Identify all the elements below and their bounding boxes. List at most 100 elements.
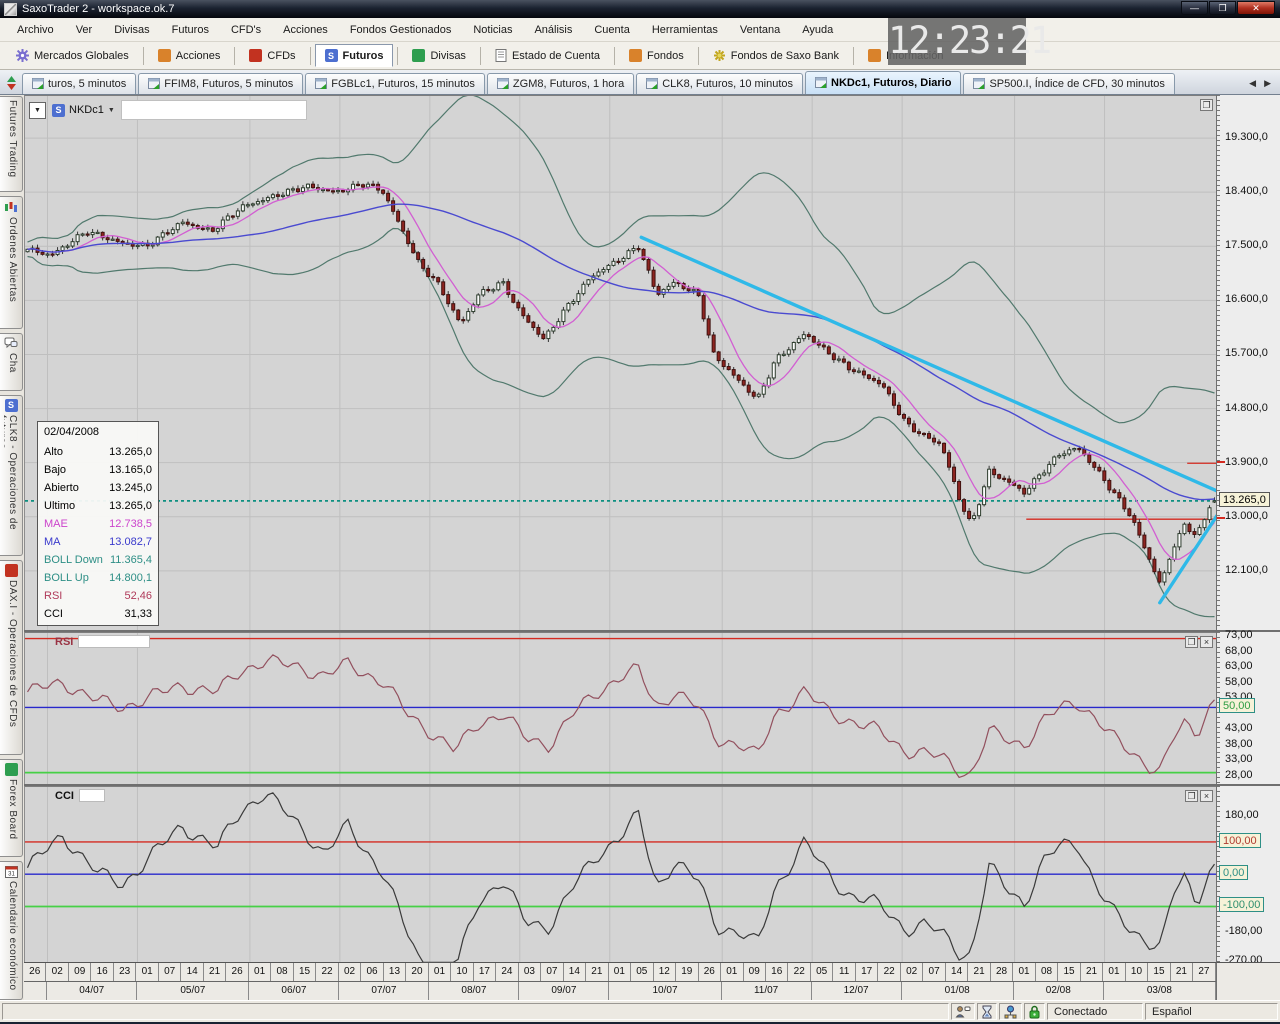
minimize-button[interactable]: — [1181,1,1208,15]
tab-scroll-buttons: ◀▶ [1246,76,1274,91]
menu-item-acciones[interactable]: Acciones [272,20,339,40]
lock-icon[interactable] [1024,1003,1045,1020]
cci-pane[interactable]: CCI ❐ × [24,786,1216,962]
toolbar-separator [310,47,311,65]
network-icon[interactable] [999,1003,1022,1020]
day-tick: 01 [721,963,743,981]
doc-icon [249,49,262,62]
tab-clk8-futuros-10-minutos[interactable]: CLK8, Futuros, 10 minutos [636,73,803,94]
cci-close-button[interactable]: × [1200,790,1213,802]
sidebar-item-dax-i-operaciones-de-cfds[interactable]: DAX.I - Operaciones de CFDs [0,560,23,755]
candlestick-chart[interactable] [25,96,1217,631]
sidebar-item-clk8-operaciones-de-futuros[interactable]: SCLK8 - Operaciones de futuros [0,395,23,556]
rsi-plot[interactable] [25,633,1217,785]
day-tick: 26 [24,963,46,981]
toolbar-separator [853,47,854,65]
cci-plot[interactable] [25,787,1217,963]
symbol-label: NKDc1 [69,104,104,116]
sort-arrows-icon[interactable] [0,72,22,94]
symbol-selector[interactable]: S NKDc1 ▼ [52,104,115,117]
cci-level-marker: -100,00 [1219,897,1264,912]
pane-restore-button[interactable]: ❐ [1200,99,1213,111]
menu-item-futuros[interactable]: Futuros [161,20,220,40]
toolbar-button-mercados-globales[interactable]: Mercados Globales [6,44,139,67]
menu-item-divisas[interactable]: Divisas [103,20,160,40]
restore-button[interactable]: ❐ [1209,1,1236,15]
toolbar-button-fondos[interactable]: Fondos [619,44,694,67]
chart-window-icon [973,78,985,90]
day-tick: 01 [429,963,451,981]
svg-text:31: 31 [8,871,15,877]
tab-label: turos, 5 minutos [48,75,126,94]
tab-label: NKDc1, Futuros, Diario [831,74,951,93]
menu-item-an-lisis[interactable]: Análisis [523,20,583,40]
symbol-input[interactable] [121,100,307,120]
toolbar-button-futuros[interactable]: SFuturos [315,44,394,67]
sidebar-item-futures-trading[interactable]: Futures Trading [0,96,23,192]
toolbar-button-acciones[interactable]: Acciones [148,44,231,67]
menu-item-ayuda[interactable]: Ayuda [791,20,844,40]
day-tick: 01 [609,963,631,981]
rsi-restore-button[interactable]: ❐ [1185,636,1198,648]
tab-label: SP500.I, Índice de CFD, 30 minutos [989,75,1164,94]
tooltip-row-label: Alto [44,444,63,460]
price-alert-mark [1217,517,1225,519]
day-tick: 24 [496,963,518,981]
tab-nkdc1-futuros-diario[interactable]: NKDc1, Futuros, Diario [805,71,961,94]
rsi-close-button[interactable]: × [1200,636,1213,648]
menu-item-ventana[interactable]: Ventana [729,20,791,40]
sidebar-item-cha[interactable]: Cha [0,333,23,391]
sidebar-item-forex-board[interactable]: Forex Board [0,759,23,857]
price-chart-pane[interactable]: ▼ S NKDc1 ▼ ❐ 02/04/2008 Alto13.265,0Baj… [24,95,1216,630]
sidebar-item-calendario-econ-mico[interactable]: 31Calendario económico [0,861,23,1000]
price-axis: 19.300,018.400,017.500,016.600,015.700,0… [1216,95,1280,630]
toolbar-button-estado-de-cuenta[interactable]: Estado de Cuenta [485,44,610,67]
tooltip-row-label: CCI [44,606,63,622]
toolbar-button-label: CFDs [267,50,295,62]
cci-restore-button[interactable]: ❐ [1185,790,1198,802]
tooltip-row-value: 12.738,5 [109,516,152,532]
day-tick: 17 [474,963,496,981]
month-label: 12/07 [812,982,902,1000]
rsi-axis: 73,0068,0063,0058,0053,0043,0038,0033,00… [1216,632,1280,784]
cci-input[interactable] [79,789,105,802]
day-tick: 27 [1193,963,1215,981]
toolbar-button-cfds[interactable]: CFDs [239,44,305,67]
sidebar-item-ordenes-abiertas[interactable]: Ordenes Abiertas [0,196,23,329]
menu-item-herramientas[interactable]: Herramientas [641,20,729,40]
price-axis-label: 13.000,0 [1225,510,1268,522]
toolbar-button-label: Futuros [343,50,384,62]
tab-sp500-i-ndice-de-cfd-30-minutos[interactable]: SP500.I, Índice de CFD, 30 minutos [963,73,1174,94]
day-tick: 14 [181,963,203,981]
price-alert-mark [1217,461,1225,463]
month-label [24,982,47,1000]
day-tick: 13 [384,963,406,981]
tooltip-row-value: 11.365,4 [110,552,152,568]
tab-turos-5-minutos[interactable]: turos, 5 minutos [22,73,136,94]
close-button[interactable]: ✕ [1237,1,1275,15]
rsi-input[interactable] [78,635,150,648]
rsi-axis-label: 28,00 [1225,769,1253,781]
day-tick: 10 [1126,963,1148,981]
tab-fgblc1-futuros-15-minutos[interactable]: FGBLc1, Futuros, 15 minutos [305,73,485,94]
month-label: 07/07 [339,982,429,1000]
scroll-left-icon[interactable]: ◀ [1246,76,1259,91]
chart-dropdown-button[interactable]: ▼ [29,102,46,119]
menu-item-cuenta[interactable]: Cuenta [583,20,640,40]
menu-item-cfd-s[interactable]: CFD's [220,20,272,40]
tab-ffim8-futuros-5-minutos[interactable]: FFIM8, Futuros, 5 minutos [138,73,303,94]
tab-zgm8-futuros-1-hora[interactable]: ZGM8, Futuros, 1 hora [487,73,634,94]
tab-bar: turos, 5 minutos FFIM8, Futuros, 5 minuto… [0,70,1280,95]
toolbar-button-divisas[interactable]: Divisas [402,44,475,67]
hourglass-icon[interactable] [977,1003,997,1020]
menu-item-ver[interactable]: Ver [65,20,104,40]
menu-item-fondos-gestionados[interactable]: Fondos Gestionados [339,20,463,40]
menu-item-noticias[interactable]: Noticias [462,20,523,40]
s-blue-icon: S [5,399,18,412]
rsi-pane[interactable]: RSI ❐ × [24,632,1216,784]
month-label: 01/08 [902,982,1014,1000]
toolbar-button-fondos-de-saxo-bank[interactable]: Fondos de Saxo Bank [703,44,849,67]
menu-item-archivo[interactable]: Archivo [6,20,65,40]
person-chat-icon[interactable] [951,1003,975,1020]
scroll-right-icon[interactable]: ▶ [1261,76,1274,91]
